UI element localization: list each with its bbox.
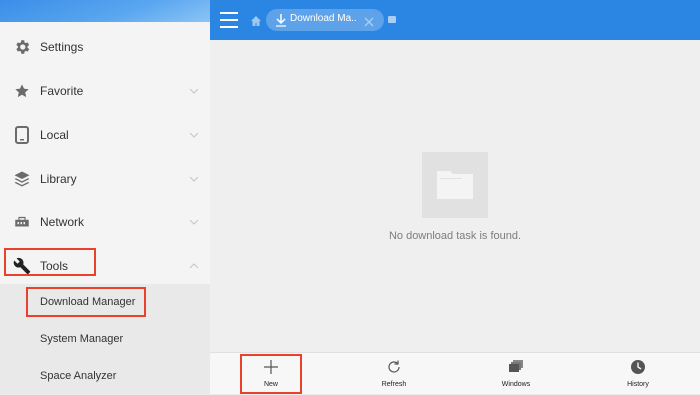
star-icon xyxy=(12,81,32,101)
submenu-item-space-analyzer[interactable]: Space Analyzer xyxy=(0,358,210,394)
sidebar-item-network[interactable]: Network xyxy=(0,200,210,244)
chevron-down-icon[interactable] xyxy=(188,85,200,97)
sidebar-item-settings[interactable]: Settings xyxy=(0,25,210,69)
gear-icon xyxy=(12,37,32,57)
chevron-down-icon[interactable] xyxy=(188,129,200,141)
window-switch-icon[interactable] xyxy=(388,16,396,23)
download-icon xyxy=(274,13,288,27)
menu-icon[interactable] xyxy=(220,12,238,28)
sidebar-item-label: Settings xyxy=(40,40,84,54)
submenu-item-system-manager[interactable]: System Manager xyxy=(0,321,210,357)
refresh-button[interactable]: Refresh xyxy=(359,353,429,395)
tab-label: Download Ma... xyxy=(290,13,356,24)
bottom-toolbar: New Refresh Windows History xyxy=(210,352,700,394)
sidebar: Settings Favorite Local Library Network … xyxy=(0,0,210,394)
submenu-item-label: Space Analyzer xyxy=(40,370,117,382)
layers-icon xyxy=(12,169,32,189)
sidebar-header xyxy=(0,0,210,22)
clock-icon xyxy=(630,359,646,375)
empty-state-message: No download task is found. xyxy=(388,230,522,242)
refresh-icon xyxy=(386,359,402,375)
windows-button[interactable]: Windows xyxy=(481,353,551,395)
sidebar-item-label: Network xyxy=(40,215,85,229)
plus-icon xyxy=(263,359,279,375)
top-bar: Download Ma... xyxy=(210,0,700,40)
new-button-label: New xyxy=(263,381,278,388)
main-content: No download task is found. xyxy=(210,40,700,352)
close-icon[interactable] xyxy=(364,14,376,27)
chevron-down-icon[interactable] xyxy=(188,216,200,228)
phone-icon xyxy=(12,125,32,145)
chevron-down-icon[interactable] xyxy=(188,173,200,185)
submenu-item-label: System Manager xyxy=(40,333,124,345)
folder-icon xyxy=(422,152,488,218)
sidebar-item-label: Library xyxy=(40,172,77,186)
sidebar-item-favorite[interactable]: Favorite xyxy=(0,69,210,113)
sidebar-item-tools[interactable]: Tools xyxy=(0,244,210,288)
sidebar-item-label: Tools xyxy=(40,259,69,273)
sidebar-item-local[interactable]: Local xyxy=(0,113,210,157)
history-button-label: History xyxy=(627,381,649,388)
wrench-icon xyxy=(12,256,32,276)
windows-icon xyxy=(508,359,524,375)
windows-button-label: Windows xyxy=(501,381,531,388)
tab-download-manager[interactable]: Download Ma... xyxy=(266,9,384,31)
submenu-item-label: Download Manager xyxy=(40,296,136,308)
chevron-up-icon[interactable] xyxy=(188,260,200,272)
home-icon[interactable] xyxy=(250,14,262,26)
sidebar-item-label: Local xyxy=(40,128,69,142)
sidebar-item-library[interactable]: Library xyxy=(0,157,210,201)
network-icon xyxy=(12,212,32,232)
new-button[interactable]: New xyxy=(236,353,306,395)
history-button[interactable]: History xyxy=(603,353,673,395)
refresh-button-label: Refresh xyxy=(381,381,407,388)
submenu-item-download-manager[interactable]: Download Manager xyxy=(0,284,210,320)
sidebar-item-label: Favorite xyxy=(40,84,84,98)
tools-submenu: Download Manager System Manager Space An… xyxy=(0,284,210,394)
